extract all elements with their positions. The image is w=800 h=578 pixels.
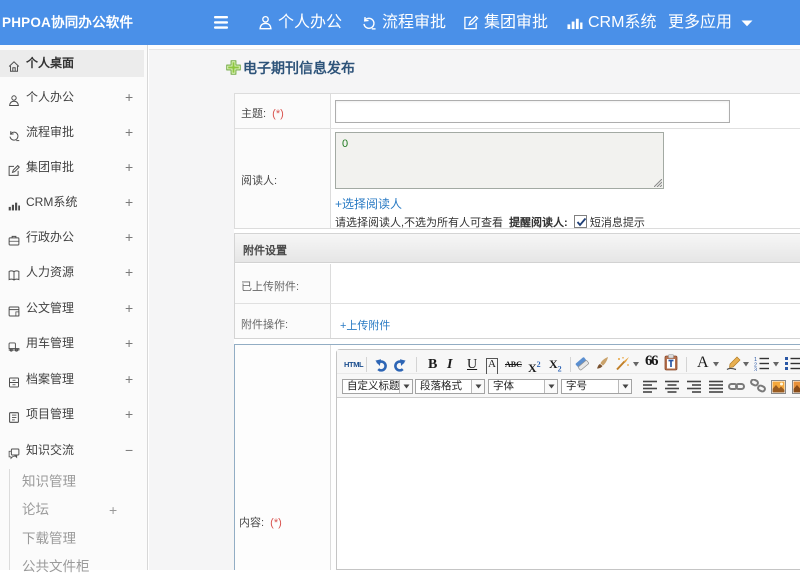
svg-text:3: 3 xyxy=(754,368,757,372)
